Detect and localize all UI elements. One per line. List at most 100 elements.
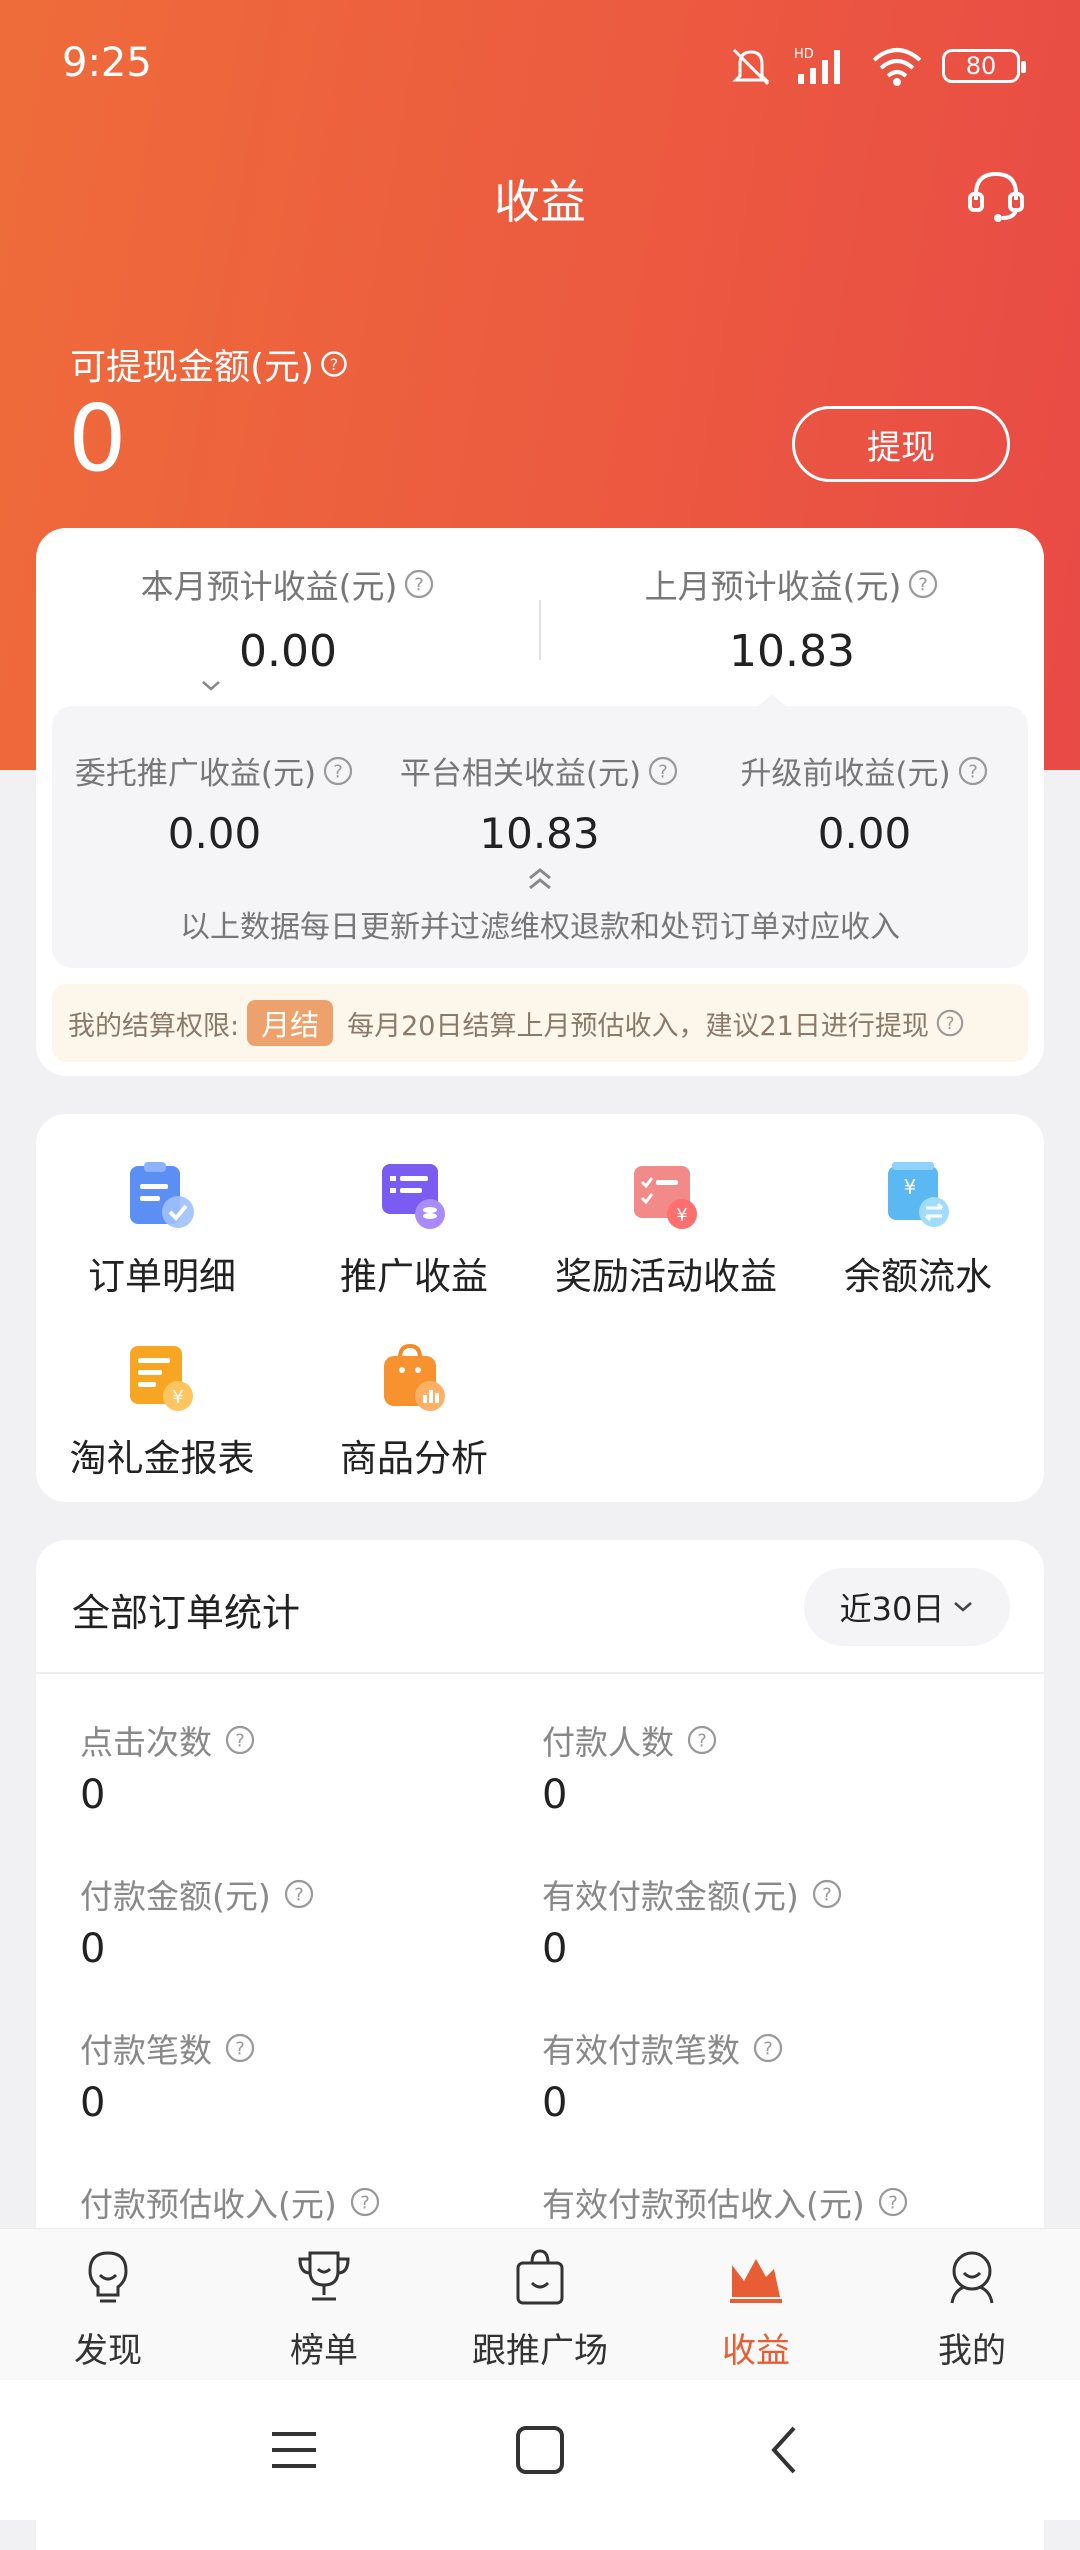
network-type-label: HD <box>794 47 814 62</box>
home-icon[interactable] <box>508 2418 572 2482</box>
stat-label-text: 有效付款金额(元) <box>542 1877 799 1916</box>
menu-icon[interactable] <box>262 2418 326 2482</box>
svg-text:?: ? <box>919 575 929 596</box>
help-icon[interactable]: ? <box>752 2032 784 2064</box>
help-icon[interactable]: ? <box>322 755 354 787</box>
last-month-earnings[interactable]: 上月预计收益(元) ? 10.83 <box>540 560 1044 677</box>
settlement-label: 我的结算权限: <box>68 1010 240 1042</box>
stat-est-income: 付款预估收入(元) ? <box>80 2178 540 2234</box>
promo-earning-icon <box>382 1164 445 1229</box>
help-icon[interactable]: ? <box>283 1878 315 1910</box>
breakdown-label: 平台相关收益(元) ? <box>400 748 679 793</box>
headset-icon[interactable] <box>964 164 1028 228</box>
shopping-bag-icon <box>516 2249 564 2305</box>
help-icon[interactable]: ? <box>877 2186 909 2218</box>
stat-label-text: 有效付款预估收入(元) <box>542 2185 865 2224</box>
help-icon[interactable]: ? <box>935 1008 965 1038</box>
svg-text:?: ? <box>294 1885 304 1906</box>
tab-label: 跟推广场 <box>472 2331 608 2371</box>
stat-value: 0 <box>542 1926 568 1972</box>
chevron-down-icon[interactable] <box>199 678 223 694</box>
tool-label: 推广收益 <box>340 1255 488 1298</box>
this-month-label-text: 本月预计收益(元) <box>140 567 398 606</box>
help-icon[interactable]: ? <box>403 568 435 600</box>
stat-label: 点击次数 ? <box>80 1716 540 1764</box>
breakdown-label: 升级前收益(元) ? <box>740 748 988 793</box>
help-icon[interactable]: ? <box>349 2186 381 2218</box>
help-icon[interactable]: ? <box>907 568 939 600</box>
settlement-desc: 每月20日结算上月预估收入，建议21日进行提现 <box>347 1010 929 1042</box>
wifi-icon <box>872 48 922 86</box>
tab-label: 我的 <box>938 2331 1006 2371</box>
tab-follow-square[interactable]: 跟推广场 <box>432 2247 648 2372</box>
tool-product-analysis[interactable]: 商品分析 <box>288 1340 540 1482</box>
profile-icon <box>950 2251 994 2304</box>
stat-label-text: 付款预估收入(元) <box>80 2185 337 2224</box>
breakdown-value: 10.83 <box>479 809 600 858</box>
balance-flow-icon: ¥ <box>888 1162 949 1227</box>
stat-label: 有效付款笔数 ? <box>542 2024 1002 2072</box>
breakdown-label: 委托推广收益(元) ? <box>75 748 354 793</box>
help-icon[interactable]: ? <box>686 1724 718 1756</box>
stat-label: 有效付款预估收入(元) ? <box>542 2178 1002 2226</box>
back-icon[interactable] <box>754 2418 818 2482</box>
svg-text:?: ? <box>235 2039 245 2060</box>
help-icon[interactable]: ? <box>224 1724 256 1756</box>
svg-text:¥: ¥ <box>172 1387 183 1408</box>
settlement-bar: 我的结算权限: 月结 每月20日结算上月预估收入，建议21日进行提现 ? <box>52 984 1028 1062</box>
help-icon[interactable]: ? <box>811 1878 843 1910</box>
collapse-chevron-icon[interactable] <box>524 864 556 892</box>
stat-clicks: 点击次数 ? 0 <box>80 1716 540 1818</box>
earnings-chart-icon <box>730 2259 782 2303</box>
help-icon[interactable]: ? <box>320 350 348 378</box>
withdraw-button[interactable]: 提现 <box>792 406 1010 482</box>
svg-text:?: ? <box>360 2193 370 2214</box>
order-stats-title: 全部订单统计 <box>72 1591 301 1635</box>
last-month-label: 上月预计收益(元) ? <box>645 560 940 608</box>
withdrawable-label: 可提现金额(元) ? <box>70 338 348 390</box>
tab-profile[interactable]: 我的 <box>864 2247 1080 2372</box>
gift-report-icon: ¥ <box>130 1346 193 1411</box>
tab-label: 收益 <box>722 2331 790 2371</box>
svg-text:?: ? <box>415 575 425 596</box>
help-icon[interactable]: ? <box>647 755 679 787</box>
tool-gift-report[interactable]: ¥ 淘礼金报表 <box>36 1340 288 1482</box>
svg-text:¥: ¥ <box>904 1175 917 1199</box>
breakdown-value: 0.00 <box>167 809 262 858</box>
help-icon[interactable]: ? <box>224 2032 256 2064</box>
stat-value: 0 <box>80 1926 106 1972</box>
reward-activity-icon: ¥ <box>634 1166 697 1229</box>
svg-text:?: ? <box>763 2039 773 2060</box>
battery-indicator: 80 <box>942 49 1026 83</box>
withdrawable-amount: 0 <box>68 385 127 492</box>
data-update-note: 以上数据每日更新并过滤维权退款和处罚订单对应收入 <box>180 910 900 945</box>
stat-pay-count: 付款笔数 ? 0 <box>80 2024 540 2126</box>
battery-level: 80 <box>965 52 997 80</box>
svg-text:?: ? <box>822 1885 832 1906</box>
stat-label-text: 付款人数 <box>542 1723 674 1762</box>
breakdown-label-text: 委托推广收益(元) <box>74 756 317 792</box>
tab-ranking[interactable]: 榜单 <box>216 2247 432 2372</box>
tool-label: 商品分析 <box>340 1437 488 1480</box>
stat-value: 0 <box>80 1772 106 1818</box>
date-range-dropdown[interactable]: 近30日 <box>804 1568 1010 1646</box>
system-nav-bar <box>0 2380 1080 2520</box>
mute-icon <box>732 48 770 86</box>
this-month-earnings[interactable]: 本月预计收益(元) ? 0.00 <box>36 560 540 677</box>
stat-label: 付款人数 ? <box>542 1716 1002 1764</box>
stat-value: 0 <box>542 1772 568 1818</box>
tool-label: 余额流水 <box>844 1255 992 1298</box>
discover-icon <box>88 2251 128 2303</box>
stat-value: 0 <box>542 2080 568 2126</box>
stat-label-text: 点击次数 <box>80 1723 212 1762</box>
tool-balance-flow[interactable]: ¥ 余额流水 <box>792 1158 1044 1300</box>
tab-discover[interactable]: 发现 <box>0 2247 216 2372</box>
tool-order-detail[interactable]: 订单明细 <box>36 1158 288 1300</box>
tab-earnings[interactable]: 收益 <box>648 2247 864 2372</box>
help-icon[interactable]: ? <box>957 755 989 787</box>
status-time: 9:25 <box>62 40 152 86</box>
tools-card: 订单明细 推广收益 ¥ 奖励活动收益 ¥ 余额流水 ¥ 淘礼金报表 商品分析 <box>36 1114 1044 1502</box>
svg-text:?: ? <box>235 1731 245 1752</box>
tool-promo-earning[interactable]: 推广收益 <box>288 1158 540 1300</box>
tool-reward-activity[interactable]: ¥ 奖励活动收益 <box>540 1158 792 1300</box>
